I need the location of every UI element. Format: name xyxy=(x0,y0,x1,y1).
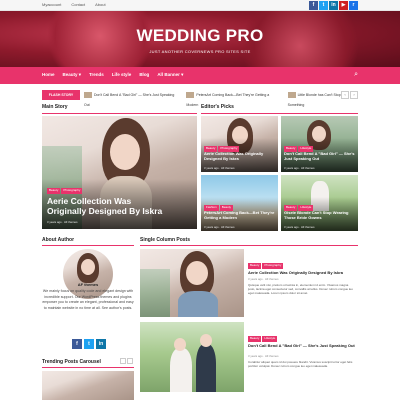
category-badge[interactable]: Beauty xyxy=(248,336,262,342)
post-meta: 3 years ago · AF themes xyxy=(47,220,78,224)
editor-pick-headline[interactable]: PetersArt Coming Back—Bet They're Gettin… xyxy=(204,210,276,221)
single-column-post-image[interactable] xyxy=(140,322,244,392)
post-meta: 3 years ago · AF themes xyxy=(284,166,315,170)
editor-pick-headline[interactable]: Aerie Collection Was Originally Designed… xyxy=(204,151,276,162)
section-divider xyxy=(42,245,134,246)
face-shape xyxy=(200,334,212,347)
face-shape xyxy=(174,338,186,351)
face-shape xyxy=(81,259,95,275)
trending-title: Trending Posts Carousel xyxy=(42,359,101,365)
post-meta: 3 years ago · AF themes xyxy=(204,166,235,170)
top-links: Myaccount Contact About xyxy=(42,2,106,7)
twitter-icon[interactable]: t xyxy=(84,339,94,349)
top-link-contact[interactable]: Contact xyxy=(71,2,85,7)
top-link-myaccount[interactable]: Myaccount xyxy=(42,2,61,7)
ticker-thumbnail xyxy=(287,92,296,99)
post-categories: Beauty Lifestyle xyxy=(248,336,278,342)
category-badge[interactable]: Photography xyxy=(61,188,83,194)
editor-pick-card[interactable]: Beauty Lifestyle Don't Call Bend A "Bad … xyxy=(281,116,358,172)
site-header: WEDDING PRO JUST ANOTHER COVERNEWS PRO S… xyxy=(0,11,400,67)
ticker-thumbnail xyxy=(84,92,92,99)
author-name: AF themes xyxy=(77,282,99,287)
main-story-title: Main Story xyxy=(42,104,68,110)
youtube-icon[interactable]: ▶ xyxy=(339,1,348,10)
flash-story-ticker: FLASH STORY Don't Call Bend A "Bad Girl"… xyxy=(42,90,358,107)
nav-item-beauty[interactable]: Beauty ▾ xyxy=(63,72,82,78)
nav-item-home[interactable]: Home xyxy=(42,72,55,78)
ticker-arrows: ‹ › xyxy=(341,91,358,99)
post-headline[interactable]: Don't Call Bend A "Bad Girl" — She's Jus… xyxy=(248,343,356,348)
site-title[interactable]: WEDDING PRO xyxy=(0,26,400,46)
post-categories: Beauty Photography xyxy=(248,263,284,269)
site-tagline: JUST ANOTHER COVERNEWS PRO SITES SITE xyxy=(149,49,251,54)
rss-icon[interactable]: r xyxy=(349,1,358,10)
search-icon[interactable]: ⌕ xyxy=(354,71,358,79)
section-divider xyxy=(201,113,358,114)
ticker-next-icon[interactable]: › xyxy=(350,91,358,99)
main-story-image[interactable]: Beauty Photography Aerie Collection Was … xyxy=(42,116,197,229)
foliage-decoration xyxy=(140,269,170,317)
editors-picks-title: Editor's Picks xyxy=(201,104,234,110)
face-shape xyxy=(110,134,140,170)
editor-pick-card[interactable]: Beauty Photography Aerie Collection Was … xyxy=(201,116,278,172)
post-excerpt: Curabitur aliquet quam id dui posuere bl… xyxy=(248,360,353,369)
social-links: f t in ▶ r xyxy=(309,1,358,10)
twitter-icon[interactable]: t xyxy=(319,1,328,10)
nav-item-blog[interactable]: Blog xyxy=(139,72,149,78)
post-meta: 3 years ago · AF themes xyxy=(248,277,279,281)
post-excerpt: Quisque velit nisi, pretium ut lacinia i… xyxy=(248,283,353,296)
dress-shape xyxy=(170,348,192,392)
flash-story-label: FLASH STORY xyxy=(42,90,80,100)
post-headline[interactable]: Aerie Collection Was Originally Designed… xyxy=(248,270,356,275)
category-badge[interactable]: Lifestyle xyxy=(262,336,278,342)
section-divider xyxy=(140,245,358,246)
post-meta: 3 years ago · AF themes xyxy=(204,225,235,229)
post-meta: 3 years ago · AF themes xyxy=(248,354,279,358)
facebook-icon[interactable]: f xyxy=(72,339,82,349)
author-social-links: f t in xyxy=(72,339,106,349)
section-divider xyxy=(42,367,134,368)
face-shape xyxy=(186,261,208,285)
author-bio: We mainly focus on quality code and eleg… xyxy=(42,289,134,310)
dress-shape xyxy=(178,291,218,317)
ticker-prev-icon[interactable]: ‹ xyxy=(341,91,349,99)
trending-post-image[interactable] xyxy=(42,371,134,400)
category-badge[interactable]: Beauty xyxy=(47,188,61,194)
editor-pick-headline[interactable]: Don't Call Bend A "Bad Girl" — She's Jus… xyxy=(284,151,356,162)
section-divider xyxy=(42,113,197,114)
editor-pick-card[interactable]: Beauty Lifestyle Gisele Blonde Can't Sto… xyxy=(281,175,358,231)
linkedin-icon[interactable]: in xyxy=(329,1,338,10)
suit-shape xyxy=(196,344,216,392)
category-badge[interactable]: Photography xyxy=(262,263,284,269)
post-meta: 3 years ago · AF themes xyxy=(284,225,315,229)
ticker-item-text[interactable]: Don't Call Bend A "Bad Girl" — She's Jus… xyxy=(84,93,174,107)
nav-item-lifestyle[interactable]: Life style xyxy=(112,72,132,78)
ticker-item[interactable]: Don't Call Bend A "Bad Girl" — She's Jus… xyxy=(84,90,180,110)
facebook-icon[interactable]: f xyxy=(309,1,318,10)
post-categories: Beauty Photography xyxy=(47,188,83,194)
nav-item-all-banner[interactable]: All Banner ▾ xyxy=(157,72,183,78)
editor-pick-card[interactable]: Fashion Beauty PetersArt Coming Back—Bet… xyxy=(201,175,278,231)
carousel-next-icon[interactable] xyxy=(127,358,133,364)
top-link-about[interactable]: About xyxy=(95,2,105,7)
single-column-post-image[interactable] xyxy=(140,249,244,317)
about-author-title: About Author xyxy=(42,237,75,243)
main-story-headline[interactable]: Aerie Collection Was Originally Designed… xyxy=(47,196,167,216)
single-column-title: Single Column Posts xyxy=(140,237,191,243)
editor-pick-headline[interactable]: Gisele Blonde Can't Stop Wearing Those B… xyxy=(284,210,356,221)
nav-item-trends[interactable]: Trends xyxy=(89,72,104,78)
linkedin-icon[interactable]: in xyxy=(96,339,106,349)
category-badge[interactable]: Beauty xyxy=(248,263,262,269)
main-nav: Home Beauty ▾ Trends Life style Blog All… xyxy=(0,67,400,84)
carousel-prev-icon[interactable] xyxy=(120,358,126,364)
ticker-thumbnail xyxy=(186,92,195,99)
top-bar: Myaccount Contact About f t in ▶ r xyxy=(0,0,400,11)
